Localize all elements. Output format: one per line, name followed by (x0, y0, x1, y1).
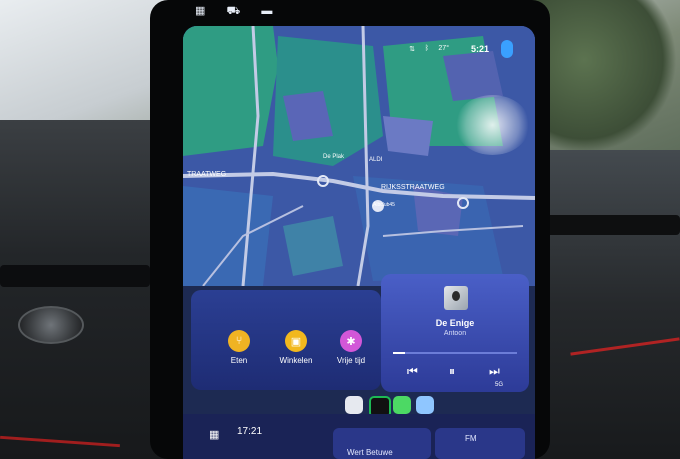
eten-label: Eten (230, 356, 248, 365)
star-icon: ✱ (340, 330, 362, 352)
clock: 5:21 (470, 44, 489, 54)
navigation-destination: Wert Betuwe (347, 448, 393, 457)
place-label-aldi[interactable]: ALDI (369, 157, 382, 163)
dock-time: 17:21 (237, 426, 263, 437)
radio-card[interactable]: FM (435, 428, 525, 459)
fork-knife-icon: ⑂ (228, 330, 250, 352)
eten-button[interactable]: ⑂ Eten (209, 330, 269, 365)
signal-icon: ⇅ (409, 46, 415, 53)
map-view[interactable]: TRAATWEG RIJKSSTRAATWEG De Plak ALDI Alb… (183, 26, 535, 286)
map-canvas (183, 26, 535, 286)
car-icon[interactable]: ⛟ (226, 5, 240, 17)
progress-fill (393, 352, 406, 354)
app-icon[interactable] (416, 396, 434, 414)
place-label-albclub[interactable]: Albclub45 (373, 202, 395, 208)
power-button[interactable] (18, 306, 84, 344)
seat-icon[interactable]: ▬ (261, 5, 272, 17)
radio-label: FM (465, 434, 477, 443)
microphone-icon[interactable] (501, 40, 513, 58)
vrije-tijd-label: Vrije tijd (336, 356, 366, 365)
place-label-de-plak[interactable]: De Plak (323, 154, 344, 160)
vrije-tijd-button[interactable]: ✱ Vrije tijd (321, 330, 381, 365)
previous-icon[interactable]: ⏮ (407, 364, 418, 379)
air-vent-right (540, 215, 680, 235)
top-icons: ▦ ⛟ ▬ (195, 4, 272, 19)
maps-app-icon[interactable] (345, 396, 363, 414)
phone-icon[interactable] (393, 396, 411, 414)
progress-bar[interactable] (393, 352, 517, 354)
winkelen-button[interactable]: ▣ Winkelen (266, 330, 326, 365)
app-grid-icon[interactable]: ▦ (209, 428, 219, 441)
bag-icon: ▣ (285, 330, 307, 352)
infotainment-screen: TRAATWEG RIJKSSTRAATWEG De Plak ALDI Alb… (183, 26, 535, 459)
pause-icon[interactable]: ⏸ (449, 364, 455, 379)
grid-icon[interactable]: ▦ (195, 5, 205, 17)
song-title: De Enige (435, 318, 475, 328)
street-label-rijksstraatweg: RIJKSSTRAATWEG (381, 184, 445, 191)
street-label-traatweg: TRAATWEG (187, 171, 227, 178)
navigation-card[interactable]: Wert Betuwe (333, 428, 431, 459)
network-status: 5G (495, 382, 504, 388)
temperature: 27° (438, 45, 449, 52)
quick-actions-card: ⑂ Eten ▣ Winkelen ✱ Vrije tijd (191, 290, 381, 390)
air-vent-left (0, 265, 150, 287)
winkelen-label: Winkelen (279, 356, 313, 365)
media-player-card: De Enige Antoon ⏮ ⏸ ⏭ (381, 274, 529, 392)
screen-glare (455, 95, 530, 155)
artist-name: Antoon (443, 330, 467, 337)
album-art[interactable] (444, 286, 468, 310)
next-icon[interactable]: ⏭ (489, 364, 500, 379)
bluetooth-icon: ᛒ (424, 45, 429, 52)
